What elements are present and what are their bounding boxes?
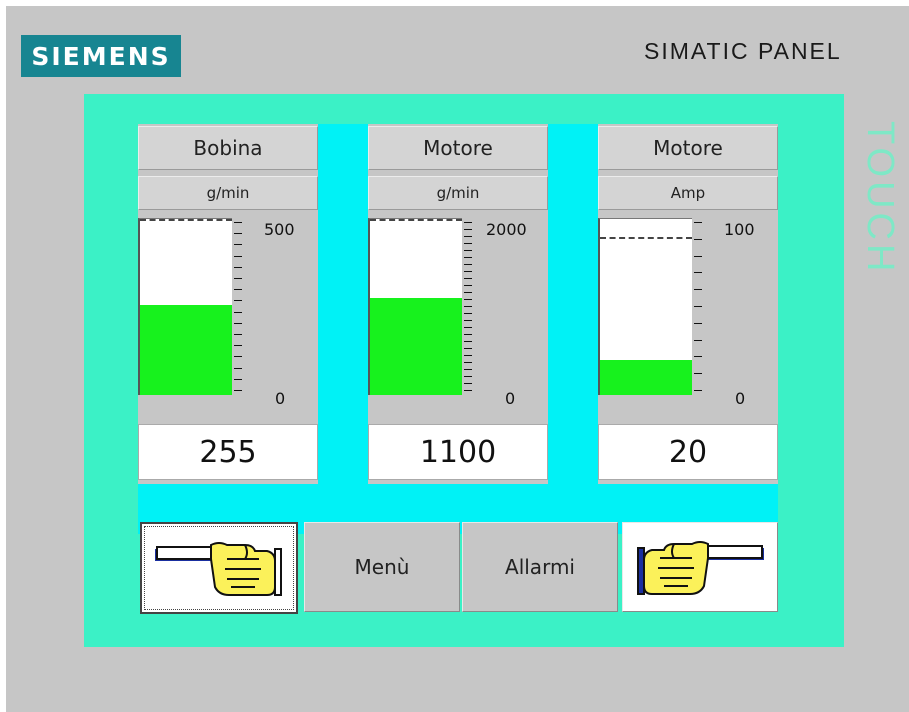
- gauge-title[interactable]: Bobina: [138, 126, 318, 170]
- hand-pointing-left-icon: [155, 542, 282, 596]
- scale-tick: [694, 255, 702, 257]
- scale-tick: [234, 322, 242, 324]
- scale-tick: [694, 339, 702, 341]
- gauge-motore-speed: Motore g/min 2000 0 1100: [368, 124, 548, 534]
- scale-tick: [464, 257, 472, 258]
- scale-min-label: 0: [735, 389, 746, 408]
- forward-button[interactable]: [622, 522, 778, 612]
- scale-tick: [234, 367, 242, 369]
- scale-tick: [464, 243, 472, 244]
- bar-fill: [600, 359, 692, 395]
- bar-scale-ticks: [694, 218, 702, 394]
- bar-fill: [140, 305, 232, 395]
- scale-tick: [234, 266, 242, 268]
- bar-graph: [138, 218, 232, 395]
- gauge-value: 255: [138, 424, 318, 480]
- gauge-value: 20: [598, 424, 778, 480]
- scale-tick: [464, 348, 472, 349]
- scale-tick: [694, 306, 702, 307]
- scale-tick: [234, 356, 242, 358]
- scale-tick: [694, 390, 702, 391]
- scale-tick: [464, 278, 472, 279]
- bar-fill: [370, 298, 462, 395]
- touch-screen: Bobina g/min 500 0 255 Motore g/min 2000…: [84, 94, 844, 647]
- scale-tick: [694, 222, 702, 223]
- scale-tick: [234, 289, 242, 291]
- scale-tick: [694, 356, 702, 358]
- gauge-bobina: Bobina g/min 500 0 255: [138, 124, 318, 534]
- menu-button[interactable]: Menù: [304, 522, 460, 612]
- scale-tick: [234, 345, 242, 347]
- scale-tick: [464, 313, 472, 314]
- bar-limit-line: [600, 236, 692, 239]
- scale-tick: [464, 299, 472, 300]
- scale-tick: [234, 390, 242, 391]
- scale-tick: [464, 390, 472, 391]
- scale-tick: [464, 285, 472, 286]
- scale-tick: [464, 334, 472, 335]
- scale-min-label: 0: [505, 389, 516, 408]
- scale-max-label: 100: [724, 220, 755, 239]
- scale-tick: [694, 238, 702, 240]
- scale-max-label: 500: [264, 220, 295, 239]
- alarms-button[interactable]: Allarmi: [462, 522, 618, 612]
- scale-tick: [234, 300, 242, 302]
- scale-tick: [464, 341, 472, 342]
- bar-scale-ticks: [464, 218, 472, 394]
- scale-tick: [464, 236, 472, 237]
- back-button[interactable]: [140, 522, 298, 614]
- scale-tick: [694, 272, 702, 274]
- model-label: SIMATIC PANEL: [644, 38, 842, 64]
- scale-tick: [464, 376, 472, 377]
- gauge-unit: g/min: [138, 176, 318, 210]
- scale-tick: [464, 292, 472, 293]
- scale-tick: [234, 378, 242, 380]
- gauge-title[interactable]: Motore: [368, 126, 548, 170]
- gauge-band: Bobina g/min 500 0 255 Motore g/min 2000…: [138, 124, 778, 534]
- scale-min-label: 0: [275, 389, 286, 408]
- scale-tick: [464, 306, 472, 307]
- scale-tick: [234, 222, 242, 223]
- bar-graph: [598, 218, 692, 395]
- bar-limit-line: [370, 219, 462, 221]
- scale-tick: [234, 255, 242, 257]
- gauge-unit: Amp: [598, 176, 778, 210]
- scale-tick: [234, 334, 242, 335]
- bar-limit-line: [140, 219, 232, 221]
- scale-tick: [464, 222, 472, 223]
- bar-scale-ticks: [234, 218, 242, 394]
- navigation-bar: Menù Allarmi: [138, 522, 778, 614]
- gauge-value: 1100: [368, 424, 548, 480]
- scale-tick: [464, 383, 472, 384]
- scale-tick: [234, 311, 242, 313]
- gauge-unit: g/min: [368, 176, 548, 210]
- siemens-logo: SIEMENS: [21, 35, 181, 77]
- scale-tick: [694, 322, 702, 324]
- scale-tick: [464, 264, 472, 265]
- scale-tick: [464, 355, 472, 356]
- scale-tick: [464, 229, 472, 230]
- scale-tick: [464, 369, 472, 370]
- scale-tick: [234, 244, 242, 246]
- hand-pointing-right-icon: [637, 541, 764, 595]
- hmi-panel: SIEMENS SIMATIC PANEL TOUCH Bobina g/min…: [6, 6, 909, 712]
- scale-tick: [464, 362, 472, 363]
- scale-tick: [464, 327, 472, 328]
- gauge-motore-current: Motore Amp 100 0 20: [598, 124, 778, 534]
- scale-tick: [694, 289, 702, 291]
- scale-tick: [234, 278, 242, 279]
- bar-graph: [368, 218, 462, 395]
- gauge-title[interactable]: Motore: [598, 126, 778, 170]
- scale-max-label: 2000: [486, 220, 527, 239]
- scale-tick: [694, 373, 702, 375]
- scale-tick: [464, 320, 472, 321]
- scale-tick: [464, 250, 472, 251]
- scale-tick: [234, 233, 242, 235]
- scale-tick: [464, 271, 472, 272]
- touch-label: TOUCH: [859, 121, 901, 276]
